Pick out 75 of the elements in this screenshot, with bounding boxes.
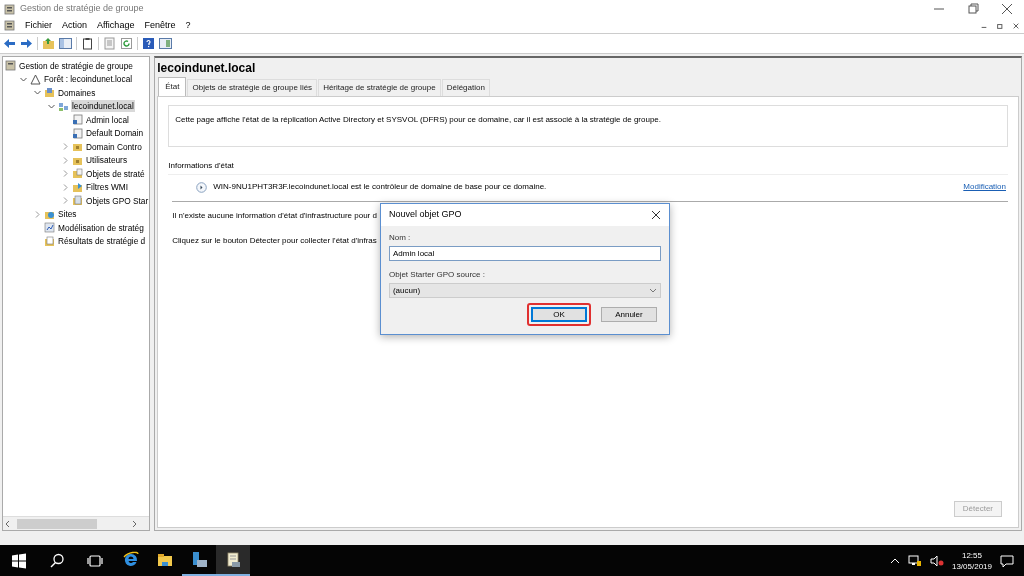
folder-icon (72, 141, 83, 153)
document-icon (72, 114, 83, 126)
console-tree-icon[interactable] (59, 37, 72, 50)
field-label: Objet Starter GPO source : (388, 269, 486, 281)
status-message: WIN-9NU1PHT3R3F.lecoindunet.local est le contrôleur de domaine de base pour ce domaine. (213, 181, 547, 193)
expand-icon[interactable] (196, 181, 208, 193)
network-domain-icon (58, 100, 69, 112)
search-icon[interactable] (48, 551, 66, 570)
notification-icon[interactable] (1000, 553, 1014, 568)
document-icon (72, 127, 83, 139)
menu-item[interactable]: Action (62, 18, 88, 33)
chart-icon (44, 222, 55, 234)
tree-item[interactable]: Domain Contro (85, 140, 143, 153)
horizontal-scrollbar[interactable] (3, 517, 139, 530)
network-icon[interactable] (907, 554, 922, 567)
tree-item[interactable]: Admin local (85, 113, 130, 126)
folder-icon (72, 195, 83, 207)
folder-up-icon[interactable] (42, 37, 55, 50)
tab[interactable]: Objets de stratégie de groupe liés (187, 79, 318, 96)
pane-title: lecoindunet.local (156, 60, 257, 77)
dialog-button[interactable]: OK (530, 307, 587, 322)
tree-item[interactable]: Domaines (57, 86, 97, 99)
section-label: Informations d'état (168, 160, 235, 172)
speaker-muted-icon[interactable] (929, 554, 944, 567)
app-icon[interactable] (4, 20, 15, 31)
info-text: Cliquez sur le bouton Détecter pour collecter l'état d'infras (172, 235, 377, 247)
taskbar-button[interactable] (216, 545, 250, 576)
server-icon (190, 550, 208, 569)
tree-item[interactable]: Gestion de stratégie de groupe (18, 59, 134, 72)
tree-item[interactable]: Forêt : lecoindunet.local (43, 73, 134, 86)
tree-item[interactable]: Sites (57, 208, 78, 221)
tree-item[interactable]: Objets GPO Star (85, 194, 150, 207)
tab[interactable]: État (158, 77, 187, 96)
console-icon (224, 550, 242, 569)
folder-icon (44, 87, 55, 99)
menu-item[interactable]: Fichier (25, 18, 52, 33)
forward-icon[interactable] (20, 37, 33, 50)
name-field[interactable]: Admin local (388, 246, 661, 261)
tree-item[interactable]: Filtres WMI (85, 181, 129, 194)
tree-item[interactable]: Default Domain (85, 127, 145, 140)
tab[interactable]: Héritage de stratégie de groupe (318, 79, 441, 96)
source-dropdown[interactable]: (aucun) (388, 283, 661, 298)
browser-icon (122, 550, 140, 569)
start-icon[interactable] (10, 551, 28, 570)
field-label: Nom : (388, 232, 412, 244)
chevron-down-icon (648, 287, 657, 294)
console-icon (5, 60, 16, 72)
triangle-icon (30, 73, 41, 85)
menu-item[interactable]: Affichage (97, 18, 135, 33)
tree-item[interactable]: Modélisation de stratég (57, 221, 145, 234)
info-text: Il n'existe aucune information d'état d'infrastructure pour d (172, 210, 377, 222)
clipboard-icon[interactable] (81, 37, 94, 50)
tree-item[interactable]: lecoindunet.local (71, 100, 135, 113)
folder-icon (44, 235, 55, 247)
menu-item[interactable]: ? (185, 18, 191, 33)
clock-date: 13/05/2019 (951, 560, 992, 572)
tree-item[interactable]: Utilisateurs (85, 154, 129, 167)
app-icon (4, 3, 15, 15)
help-icon[interactable] (142, 37, 155, 50)
tree-item[interactable]: Objets de straté (85, 167, 146, 180)
dialog-button[interactable]: Annuler (600, 307, 657, 322)
modification-link[interactable]: Modification (963, 181, 1008, 193)
tab[interactable]: Délégation (441, 79, 490, 96)
dialog-title: Nouvel objet GPO (388, 208, 462, 222)
window-title: Gestion de stratégie de groupe (20, 2, 144, 16)
back-icon[interactable] (3, 37, 16, 50)
tree-item[interactable]: Résultats de stratégie d (57, 235, 147, 248)
properties-view-icon[interactable] (159, 37, 172, 50)
description-text: Cette page affiche l'état de la réplication Active Directory et SYSVOL (DFRS) pour ce domaine, car il est associé à la stratégie de groupe. (175, 115, 662, 124)
folder-icon (72, 181, 83, 193)
folder-icon (72, 168, 83, 180)
close-button[interactable] (650, 210, 661, 220)
menu-item[interactable]: Fenêtre (144, 18, 176, 33)
clock-time: 12:55 (961, 549, 982, 561)
refresh-icon[interactable] (120, 37, 133, 50)
